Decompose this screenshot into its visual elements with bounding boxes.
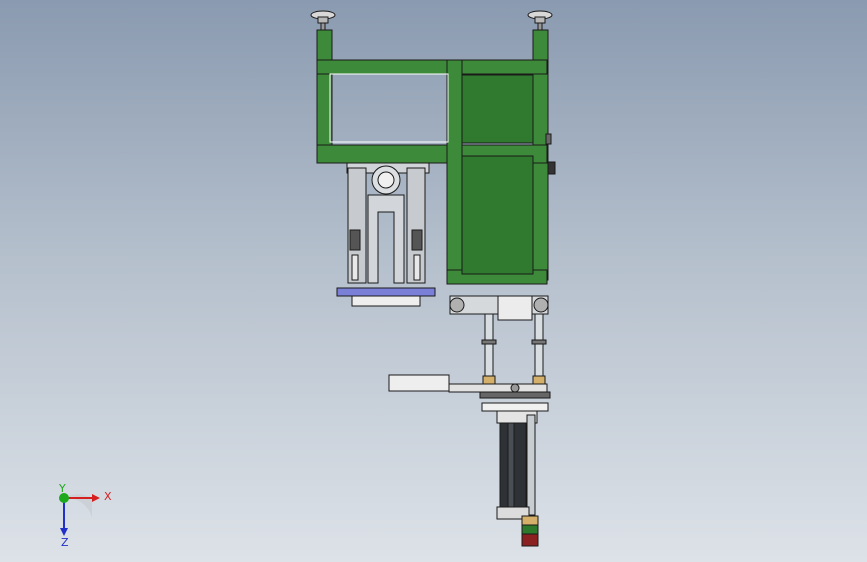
graphics-viewport[interactable]: X Y Z — [0, 0, 867, 562]
y-axis-label: Y — [58, 482, 66, 495]
leveling-foot-right — [527, 10, 553, 32]
guide-rods — [481, 313, 547, 387]
vertical-cylinder — [496, 410, 539, 547]
horizontal-arm — [388, 374, 551, 412]
lower-crossbar — [449, 295, 549, 321]
leveling-foot-left — [310, 10, 336, 32]
z-axis-label: Z — [61, 536, 69, 549]
coordinate-triad: X Y Z — [58, 482, 112, 549]
machine-assembly-model[interactable] — [0, 0, 867, 562]
lifting-mechanism — [336, 162, 436, 307]
x-axis-label: X — [104, 490, 112, 503]
